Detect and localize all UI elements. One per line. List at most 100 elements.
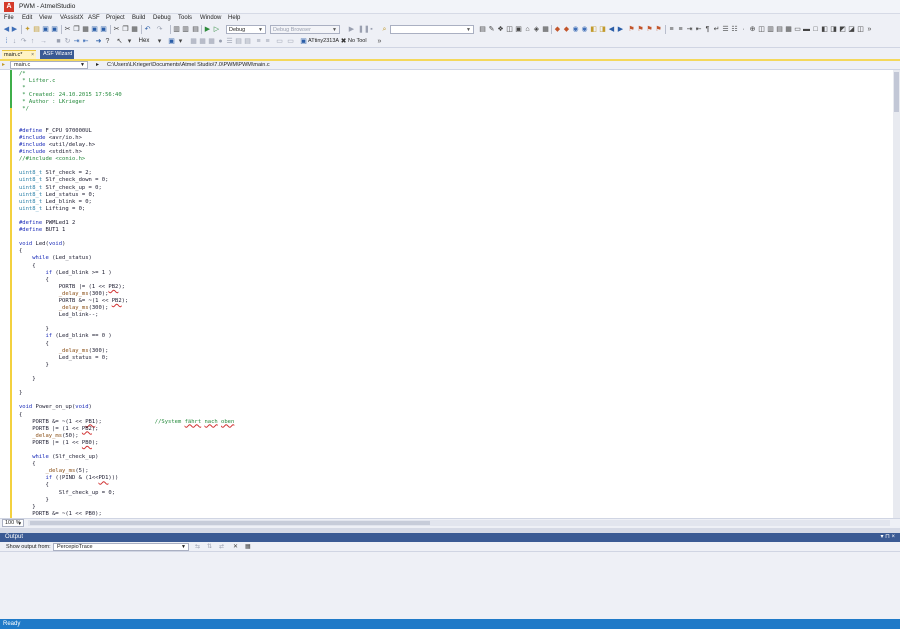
comment-icon[interactable]: ≡ [668,25,675,34]
code-line[interactable]: #include <avr/io.h> [19,135,894,142]
cut-2-icon[interactable]: ✂ [113,25,120,34]
horizontal-scrollbar-thumb[interactable] [30,521,430,525]
rows-icon[interactable]: ▤ [776,25,783,34]
copy-2-icon[interactable]: ❐ [122,25,129,34]
redo-icon[interactable]: ↷ [156,25,163,34]
run-to-cursor-icon[interactable]: → [40,37,47,46]
code-line[interactable]: uint8_t Led_blink = 0; [19,199,894,206]
go-to-next-icon[interactable]: ⇄ [219,543,224,550]
output-icon[interactable]: ▭ [276,37,283,46]
find-icon[interactable]: ⌕ [381,25,388,34]
back-icon[interactable]: ◀ [3,25,10,34]
code-line[interactable]: uint8_t Lifting = 0; [19,206,894,213]
undo-icon[interactable]: ↶ [144,25,151,34]
code-line[interactable] [19,163,894,170]
code-line[interactable]: #include <util/delay.h> [19,142,894,149]
code-line[interactable]: PORTB |= (1 << PB2); [19,426,894,433]
code-line[interactable]: } [19,497,894,504]
code-line[interactable]: _delay_ms(50); [19,433,894,440]
code-line[interactable]: PORTB &= ~(1 << PB0); [19,511,894,517]
bookmark-prev-icon[interactable]: ⚑ [637,25,644,34]
threads-icon[interactable]: ≡ [255,37,262,46]
forward-icon[interactable]: ▶ [11,25,18,34]
io-view-icon[interactable]: ▦ [199,37,206,46]
debug-browser-combo[interactable]: Debug Browser ▼ [270,25,340,34]
processor-icon[interactable]: ▦ [208,37,215,46]
cut-icon[interactable]: ✂ [64,25,71,34]
code-line[interactable]: _delay_ms(300); [19,291,894,298]
maximize-panel-icon[interactable]: □ [812,25,819,34]
rebuild-icon[interactable]: ▤ [192,25,199,34]
code-line[interactable]: /* [19,71,894,78]
menu-build[interactable]: Build [132,15,145,21]
zoom-combo[interactable]: 100 % ▼ [2,519,24,527]
toolbar-overflow-icon[interactable]: » [866,25,873,34]
solution-explorer-icon[interactable]: ▤ [479,25,486,34]
registers-icon[interactable]: ▦ [190,37,197,46]
step-over-icon[interactable]: ↷ [20,37,27,46]
paste-icon[interactable]: ▦ [82,25,89,34]
layout-4-icon[interactable]: ◪ [848,25,855,34]
code-line[interactable]: } [19,326,894,333]
open-file-icon[interactable]: ▤ [33,25,40,34]
step-icon[interactable]: ▪ [368,25,375,34]
break-icon[interactable]: ⇥ [73,37,80,46]
scope-combo[interactable]: main.c ▼ [10,61,88,69]
step-forward-icon[interactable]: ➜ [95,37,102,46]
find-combo[interactable]: ▼ [390,25,474,34]
code-line[interactable]: _delay_ms(300); [19,348,894,355]
code-line[interactable] [19,114,894,121]
toolbar-2-overflow-icon[interactable]: » [376,37,383,46]
code-line[interactable]: { [19,248,894,255]
stop-icon[interactable]: ■ [55,37,62,46]
code-line[interactable]: * Author : LKrieger [19,99,894,106]
tab-main-c[interactable]: main.c* × [2,50,36,59]
code-line[interactable]: * [19,85,894,92]
layout-3-icon[interactable]: ◩ [839,25,846,34]
play-icon[interactable]: ▶ [348,25,355,34]
menu-vassistx[interactable]: VAssistX [60,15,84,21]
save-icon[interactable]: ▣ [42,25,49,34]
split-icon[interactable]: ◫ [758,25,765,34]
class-view-icon[interactable]: ❖ [497,25,504,34]
menu-tools[interactable]: Tools [178,15,192,21]
code-line[interactable]: if ((PIND & (1<<PD1))) [19,475,894,482]
layout-2-icon[interactable]: ◨ [830,25,837,34]
restart-icon[interactable]: ↻ [64,37,71,46]
code-line[interactable]: PORTB |= (1 << PB0); [19,440,894,447]
bookmark-icon[interactable]: ⚑ [628,25,635,34]
build-icon[interactable]: ▥ [173,25,180,34]
save-file-all-icon[interactable]: ▣ [100,25,107,34]
start-page-icon[interactable]: ⌂ [524,25,531,34]
trace-icon[interactable]: ▭ [287,37,294,46]
code-line[interactable] [19,369,894,376]
menu-debug[interactable]: Debug [153,15,171,21]
bookmark-clear-icon[interactable]: ⚑ [655,25,662,34]
start-debugging-icon[interactable]: ▶ [204,25,211,34]
output-text-area[interactable] [0,552,900,618]
configuration-combo[interactable]: Debug ▼ [226,25,266,34]
menu-help[interactable]: Help [228,15,240,21]
modules-icon[interactable]: ≡ [264,37,271,46]
device-programming-icon[interactable]: ▦ [542,25,549,34]
show-whitespace-icon[interactable]: · [740,25,747,34]
code-line[interactable] [19,397,894,404]
code-line[interactable]: PORTB &= ~(1 << PB2); [19,298,894,305]
extension-manager-icon[interactable]: ◈ [533,25,540,34]
code-line[interactable]: } [19,504,894,511]
code-line[interactable]: #define BUT1 1 [19,227,894,234]
code-line[interactable]: void Power_on_up(void) [19,404,894,411]
outdent-icon[interactable]: ⇤ [695,25,702,34]
code-line[interactable]: { [19,277,894,284]
autos-icon[interactable]: ▤ [244,37,251,46]
object-browser-icon[interactable]: ◫ [506,25,513,34]
breakpoints-icon[interactable]: ● [217,37,224,46]
code-line[interactable]: if (Led_blink == 0 ) [19,333,894,340]
code-line[interactable]: while (Led_status) [19,255,894,262]
new-project-icon[interactable]: ✦ [24,25,31,34]
vax-references-icon[interactable]: ◉ [581,25,588,34]
menu-project[interactable]: Project [106,15,125,21]
code-line[interactable]: _delay_ms(300); [19,305,894,312]
device-selector[interactable]: ATtiny2313A [308,37,340,46]
code-text[interactable]: /* * Lifter.c * * Created: 24.10.2015 17… [19,71,894,517]
